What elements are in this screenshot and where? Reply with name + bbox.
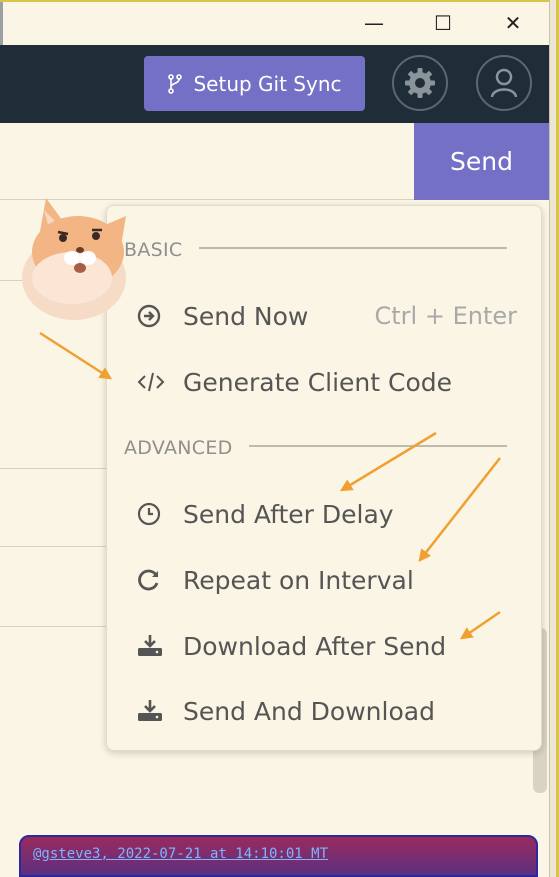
menu-item-download-after-send[interactable]: Download After Send bbox=[137, 626, 517, 666]
caption-text: @gsteve3, 2022-07-21 at 14:10:01 MT bbox=[33, 846, 329, 862]
code-icon bbox=[137, 371, 183, 393]
menu-item-send-after-delay[interactable]: Send After Delay bbox=[137, 494, 517, 534]
sidebar-edge bbox=[0, 2, 3, 45]
download-icon bbox=[137, 634, 183, 658]
app-header: Setup Git Sync bbox=[0, 45, 549, 123]
section-divider bbox=[199, 247, 507, 249]
gear-icon bbox=[405, 68, 435, 98]
menu-item-generate-client-code[interactable]: Generate Client Code bbox=[137, 362, 517, 402]
download-icon bbox=[137, 699, 183, 723]
cat-mascot-illustration bbox=[22, 198, 126, 320]
menu-item-label: Send After Delay bbox=[183, 499, 394, 529]
menu-item-label: Download After Send bbox=[183, 631, 447, 661]
maximize-button[interactable]: ☐ bbox=[423, 8, 463, 38]
setup-git-sync-button[interactable]: Setup Git Sync bbox=[144, 56, 365, 111]
minimize-button[interactable]: — bbox=[354, 8, 394, 38]
account-button[interactable] bbox=[476, 55, 532, 111]
send-button[interactable]: Send bbox=[414, 123, 549, 200]
send-label: Send bbox=[450, 147, 513, 176]
divider bbox=[0, 468, 110, 469]
section-divider bbox=[249, 445, 507, 447]
menu-item-send-now[interactable]: Send Now Ctrl + Enter bbox=[137, 296, 517, 336]
screenshot-caption: @gsteve3, 2022-07-21 at 14:10:01 MT bbox=[19, 835, 538, 877]
git-sync-label: Setup Git Sync bbox=[193, 71, 342, 96]
section-heading-basic: BASIC bbox=[124, 239, 183, 261]
menu-item-label: Send And Download bbox=[183, 696, 435, 726]
request-url-bar: Send bbox=[0, 123, 549, 200]
menu-item-label: Send Now bbox=[183, 301, 309, 331]
section-heading-advanced: ADVANCED bbox=[124, 437, 233, 459]
menu-item-label: Generate Client Code bbox=[183, 367, 453, 397]
clock-icon bbox=[137, 502, 183, 526]
menu-item-repeat-on-interval[interactable]: Repeat on Interval bbox=[137, 560, 517, 600]
keyboard-shortcut: Ctrl + Enter bbox=[374, 302, 518, 330]
close-button[interactable]: ✕ bbox=[493, 8, 533, 38]
maximize-icon: ☐ bbox=[434, 11, 452, 35]
user-icon bbox=[490, 68, 518, 98]
annotation-arrow bbox=[39, 331, 113, 380]
divider bbox=[0, 626, 110, 627]
close-icon: ✕ bbox=[504, 11, 522, 35]
refresh-icon bbox=[137, 568, 183, 592]
send-options-menu: BASIC Send Now Ctrl + Enter Generate Cli… bbox=[106, 205, 542, 751]
menu-item-send-and-download[interactable]: Send And Download bbox=[137, 691, 517, 731]
minimize-icon: — bbox=[364, 11, 384, 35]
menu-item-label: Repeat on Interval bbox=[183, 565, 414, 595]
divider bbox=[0, 546, 110, 547]
arrow-circle-right-icon bbox=[137, 304, 183, 328]
window-titlebar: — ☐ ✕ bbox=[0, 0, 549, 45]
git-branch-icon bbox=[168, 73, 183, 94]
settings-button[interactable] bbox=[392, 55, 448, 111]
window-edge bbox=[549, 0, 559, 877]
